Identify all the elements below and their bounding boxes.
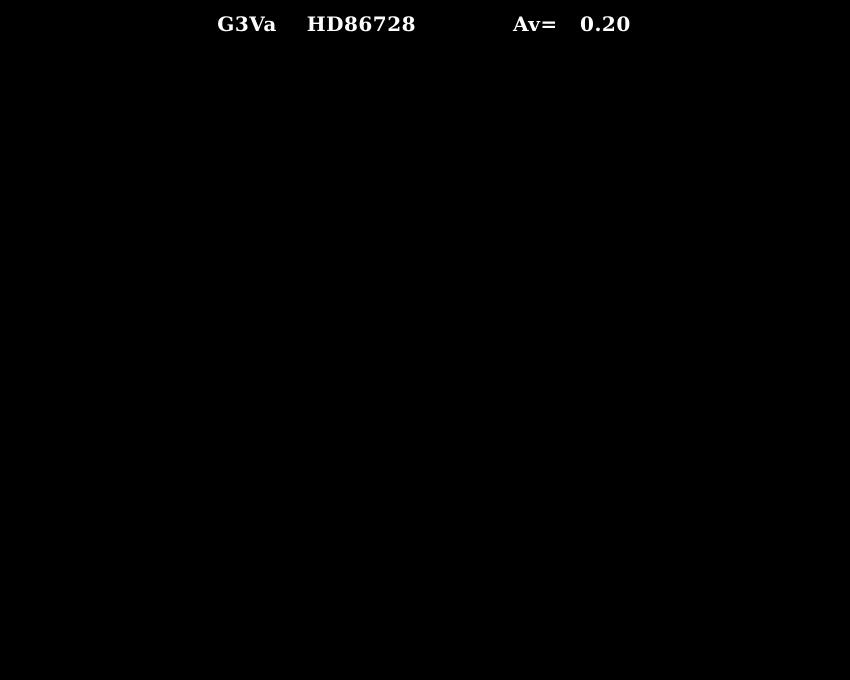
spectrum-plot-window: G3Va HD86728 Av= 0.20 <box>0 0 850 680</box>
chart-title: G3Va HD86728 Av= 0.20 <box>217 12 631 36</box>
spectrum-chart: G3Va HD86728 Av= 0.20 <box>0 0 850 680</box>
